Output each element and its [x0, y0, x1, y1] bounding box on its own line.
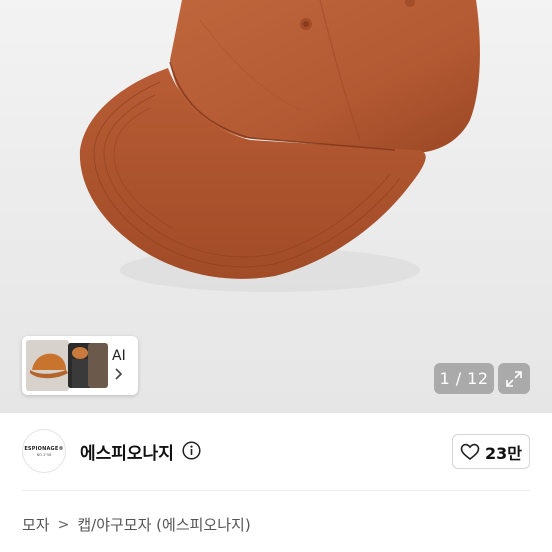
brand-name[interactable]: 에스피오나지 — [80, 439, 174, 464]
breadcrumb-category[interactable]: 모자 — [22, 514, 50, 535]
chevron-right-icon[interactable] — [115, 368, 123, 384]
like-count: 23만 — [485, 443, 522, 463]
brand-logo-text: ESPIONAGE® — [24, 445, 64, 452]
thumbnail-cap[interactable] — [25, 339, 70, 392]
brand-logo[interactable]: ESPIONAGE® NO.1°58 — [22, 429, 66, 473]
thumbnail-accessory[interactable] — [88, 343, 108, 388]
expand-button[interactable] — [498, 363, 530, 394]
breadcrumb-subcategory[interactable]: 캡/야구모자 (에스피오나지) — [77, 514, 250, 535]
divider — [22, 490, 530, 491]
breadcrumb: 모자 > 캡/야구모자 (에스피오나지) — [22, 514, 251, 535]
ai-label: AI — [112, 348, 126, 364]
breadcrumb-separator: > — [57, 516, 70, 533]
like-button[interactable]: 23만 — [452, 434, 530, 469]
image-counter: 1 / 12 — [434, 363, 494, 394]
expand-icon — [506, 370, 522, 387]
product-image[interactable]: AI 1 / 12 — [0, 0, 552, 413]
info-icon[interactable] — [182, 441, 201, 460]
ai-thumbnail-strip[interactable]: AI — [22, 336, 138, 395]
brand-logo-subtext: NO.1°58 — [36, 452, 52, 457]
heart-icon — [460, 443, 480, 460]
